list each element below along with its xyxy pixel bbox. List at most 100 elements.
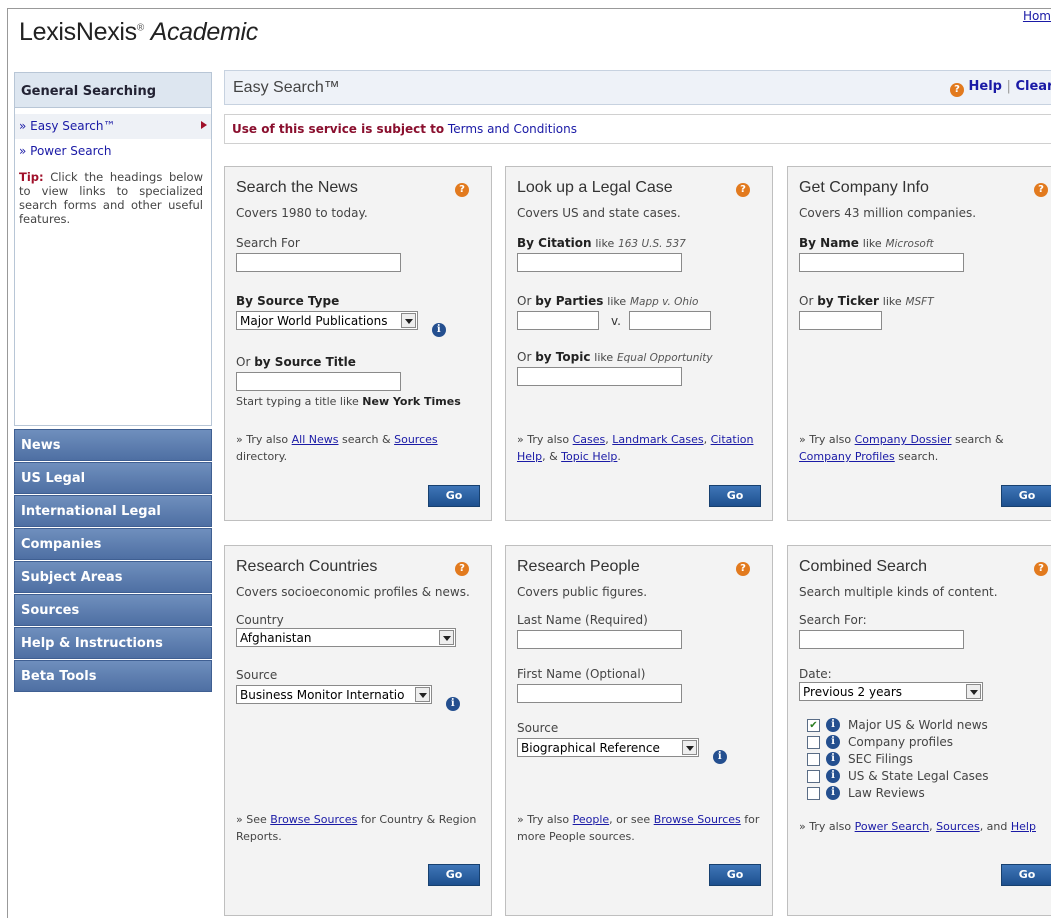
info-icon[interactable]: i [445,697,460,711]
topic-label: by Topic [535,350,591,364]
info-icon[interactable]: i [826,769,840,783]
party-one-input[interactable] [517,311,599,330]
home-link[interactable]: Hom [1023,9,1051,23]
country-source-select[interactable]: Business Monitor Internatio [236,685,432,704]
nav-beta-tools[interactable]: Beta Tools [14,660,212,692]
company-dossier-link[interactable]: Company Dossier [855,433,952,446]
legal-cases-checkbox[interactable] [807,769,820,783]
try-prefix: » Try also [517,433,570,446]
people-link[interactable]: People [573,813,610,826]
nav-news[interactable]: News [14,429,212,461]
help-icon[interactable]: ? [736,183,750,197]
law-reviews-checkbox[interactable] [807,786,820,800]
last-name-input[interactable] [517,630,682,649]
legal-go-button[interactable]: Go [709,485,761,507]
combined-search-input[interactable] [799,630,964,649]
chevron-down-icon[interactable] [682,740,697,755]
sidebar-link-power-search[interactable]: » Power Search [19,139,203,164]
logo-text: LexisNexis [19,18,137,46]
clear-link[interactable]: Clear [1015,79,1051,94]
help-link[interactable]: Help [1011,820,1036,833]
logo-registered-mark: ® [136,22,144,34]
nav-companies[interactable]: Companies [14,528,212,560]
info-icon[interactable]: i [712,750,727,764]
ticker-input[interactable] [799,311,882,330]
panel-subtitle: Covers US and state cases. [517,206,681,220]
option-label: SEC Filings [848,752,913,766]
first-name-input[interactable] [517,684,682,703]
source-title-hint: Start typing a title like New York Times [236,395,480,408]
legal-try-also: » Try also Cases, Landmark Cases, Citati… [517,433,754,463]
info-icon[interactable]: i [826,735,840,749]
ticker-label: by Ticker [817,294,879,308]
sidebar: General Searching » Easy Search™ » Power… [14,72,212,692]
chevron-down-icon[interactable] [401,313,416,328]
help-icon[interactable]: ? [455,183,469,197]
or-text: Or [517,294,532,308]
help-icon[interactable]: ? [455,562,469,576]
check-row-law-reviews: i Law Reviews [807,786,1043,800]
landmark-cases-link[interactable]: Landmark Cases [612,433,703,446]
sources-link[interactable]: Sources [394,433,438,446]
news-search-input[interactable] [236,253,401,272]
combined-go-button[interactable]: Go [1001,864,1051,886]
topic-help-link[interactable]: Topic Help [561,450,617,463]
info-icon[interactable]: i [431,323,446,337]
help-link[interactable]: Help [969,79,1002,94]
chevron-down-icon[interactable] [439,630,454,645]
sources-link[interactable]: Sources [936,820,980,833]
company-profiles-link[interactable]: Company Profiles [799,450,895,463]
help-icon[interactable]: ? [950,83,964,97]
info-icon[interactable]: i [826,718,840,732]
news-go-button[interactable]: Go [428,485,480,507]
panel-search-news: Search the News ? Covers 1980 to today. … [224,166,492,521]
try-suffix: directory. [236,450,288,463]
parties-label: by Parties [535,294,604,308]
nav-us-legal[interactable]: US Legal [14,462,212,494]
citation-input[interactable] [517,253,682,272]
help-icon[interactable]: ? [1034,562,1048,576]
nav-sources[interactable]: Sources [14,594,212,626]
chevron-down-icon[interactable] [966,684,981,699]
cases-link[interactable]: Cases [573,433,606,446]
nav-help-instructions[interactable]: Help & Instructions [14,627,212,659]
company-go-button[interactable]: Go [1001,485,1051,507]
panel-subtitle: Covers 1980 to today. [236,206,368,220]
panel-research-countries: Research Countries ? Covers socioeconomi… [224,545,492,916]
chevron-down-icon[interactable] [415,687,430,702]
info-icon[interactable]: i [826,786,840,800]
sec-filings-checkbox[interactable] [807,752,820,766]
help-icon[interactable]: ? [1034,183,1048,197]
source-title-input[interactable] [236,372,401,391]
country-select[interactable]: Afghanistan [236,628,456,647]
countries-go-button[interactable]: Go [428,864,480,886]
browse-sources-link[interactable]: Browse Sources [654,813,741,826]
info-icon[interactable]: i [826,752,840,766]
date-select[interactable]: Previous 2 years [799,682,983,701]
nav-international-legal[interactable]: International Legal [14,495,212,527]
company-profiles-checkbox[interactable] [807,735,820,749]
power-search-link[interactable]: Power Search [855,820,930,833]
all-news-link[interactable]: All News [292,433,339,446]
source-type-select[interactable]: Major World Publications [236,311,418,330]
help-icon[interactable]: ? [736,562,750,576]
people-go-button[interactable]: Go [709,864,761,886]
combined-try-also: » Try also Power Search, Sources, and He… [799,820,1036,833]
company-try-also: » Try also Company Dossier search & Comp… [799,431,1044,465]
app-logo: LexisNexis® Academic [19,18,258,47]
check-row-company-profiles: i Company profiles [807,735,1043,749]
topic-input[interactable] [517,367,682,386]
versus-text: v. [611,313,621,328]
country-source-value: Business Monitor Internatio [240,688,405,702]
people-source-select[interactable]: Biographical Reference [517,738,699,757]
company-name-input[interactable] [799,253,964,272]
browse-sources-link[interactable]: Browse Sources [270,813,357,826]
sidebar-section-title: General Searching [14,72,212,108]
parties-example: Mapp v. Ohio [629,296,699,308]
terms-link[interactable]: Terms and Conditions [448,122,577,136]
panel-title: Research Countries [236,558,378,575]
nav-subject-areas[interactable]: Subject Areas [14,561,212,593]
major-news-checkbox[interactable]: ✔ [807,718,820,732]
sidebar-link-easy-search[interactable]: » Easy Search™ [15,114,211,139]
party-two-input[interactable] [628,311,711,330]
